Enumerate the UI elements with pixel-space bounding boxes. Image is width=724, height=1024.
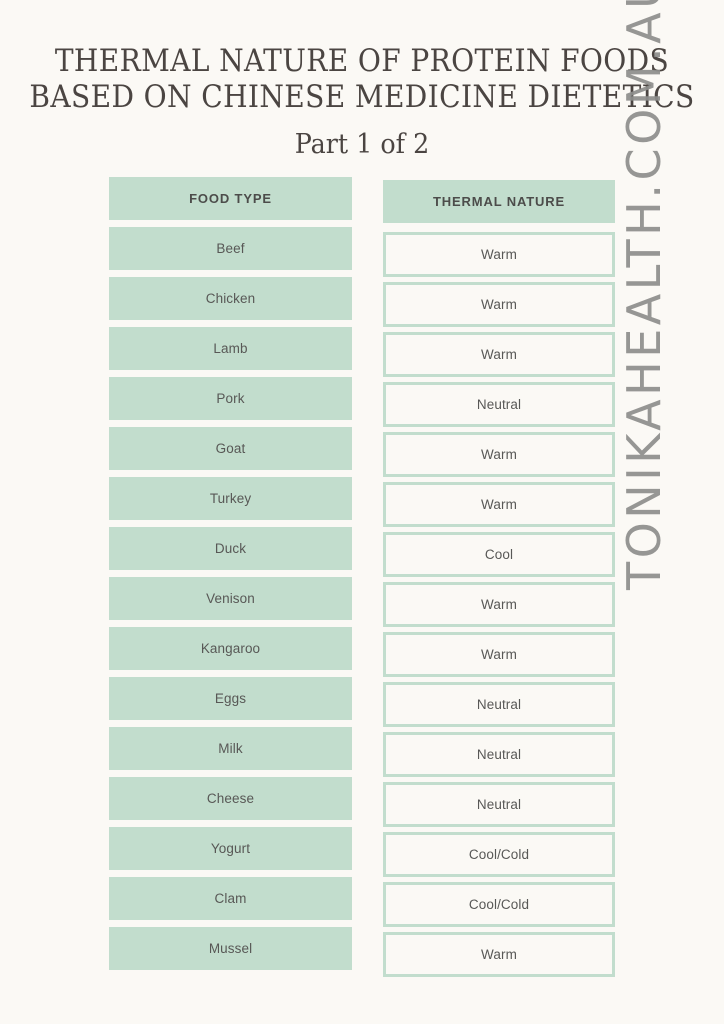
table-row-thermal-nature: Cool/Cold — [383, 882, 615, 927]
table-row-food-type: Duck — [109, 527, 352, 570]
table-row-thermal-nature: Warm — [383, 282, 615, 327]
table-row-thermal-nature: Neutral — [383, 682, 615, 727]
food-type-cell-list: Beef Chicken Lamb Pork Goat Turkey Duck Venison… — [109, 227, 352, 970]
table-row-thermal-nature: Neutral — [383, 382, 615, 427]
table-row-food-type: Milk — [109, 727, 352, 770]
table-row-thermal-nature: Cool — [383, 532, 615, 577]
table-row-food-type: Goat — [109, 427, 352, 470]
table-row-food-type: Beef — [109, 227, 352, 270]
thermal-nature-cell-list: Warm Warm Warm Neutral Warm Warm Cool Warm Warm N… — [383, 232, 615, 977]
page-title-line-2: Based on Chinese Medicine Dietetics — [29, 80, 695, 115]
table-row-thermal-nature: Warm — [383, 632, 615, 677]
table-row-food-type: Kangaroo — [109, 627, 352, 670]
column-header-thermal-nature: THERMAL NATURE — [383, 180, 615, 223]
table-row-food-type: Venison — [109, 577, 352, 620]
table-row-thermal-nature: Cool/Cold — [383, 832, 615, 877]
table-row-thermal-nature: Warm — [383, 482, 615, 527]
table-row-thermal-nature: Warm — [383, 432, 615, 477]
table-row-food-type: Cheese — [109, 777, 352, 820]
food-type-column: FOOD TYPE Beef Chicken Lamb Pork Goat Turkey D… — [109, 177, 352, 977]
column-header-food-type: FOOD TYPE — [109, 177, 352, 220]
infographic-root: Thermal Nature of Protein Foods Based on… — [0, 0, 724, 1024]
page-title-line-1: Thermal Nature of Protein Foods — [54, 44, 670, 79]
thermal-nature-column: THERMAL NATURE Warm Warm Warm Neutral Warm Wa… — [383, 177, 615, 977]
table-row-thermal-nature: Warm — [383, 332, 615, 377]
table-row-food-type: Yogurt — [109, 827, 352, 870]
table-row-food-type: Mussel — [109, 927, 352, 970]
table-row-thermal-nature: Warm — [383, 932, 615, 977]
page-subtitle: Part 1 of 2 — [294, 129, 430, 160]
table-row-thermal-nature: Neutral — [383, 732, 615, 777]
table-row-food-type: Chicken — [109, 277, 352, 320]
table-row-food-type: Pork — [109, 377, 352, 420]
table-row-thermal-nature: Warm — [383, 582, 615, 627]
table-row-food-type: Lamb — [109, 327, 352, 370]
title-block: Thermal Nature of Protein Foods Based on… — [0, 44, 724, 162]
table-row-thermal-nature: Neutral — [383, 782, 615, 827]
table-row-food-type: Clam — [109, 877, 352, 920]
table-row-food-type: Turkey — [109, 477, 352, 520]
table-row-food-type: Eggs — [109, 677, 352, 720]
table-row-thermal-nature: Warm — [383, 232, 615, 277]
thermal-nature-table: FOOD TYPE Beef Chicken Lamb Pork Goat Turkey D… — [109, 177, 615, 977]
